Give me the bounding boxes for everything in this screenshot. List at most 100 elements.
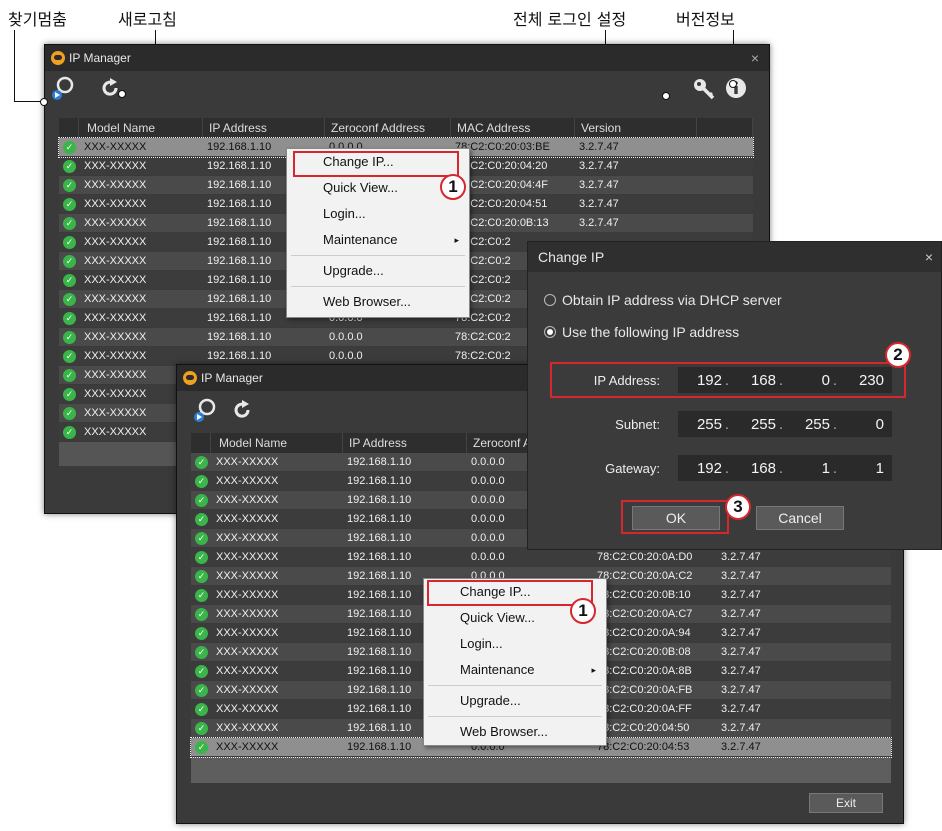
status-check-icon: ✓ bbox=[195, 664, 208, 678]
leader-dot bbox=[662, 92, 670, 100]
gateway-label: Gateway: bbox=[605, 460, 660, 476]
menu-maintenance-label: Maintenance bbox=[323, 232, 398, 247]
cell-model: XXX-XXXXX bbox=[84, 217, 147, 229]
status-check-icon: ✓ bbox=[195, 493, 208, 507]
step-badge-3: 3 bbox=[725, 494, 751, 520]
app-logo-icon bbox=[183, 371, 197, 385]
step-badge-1: 1 bbox=[440, 174, 466, 200]
header-ip[interactable]: IP Address bbox=[343, 433, 467, 453]
radio-static-circle[interactable] bbox=[544, 326, 556, 338]
subnet-octet-1[interactable]: 255 bbox=[678, 416, 722, 433]
gateway-octet-4[interactable]: 1 bbox=[840, 460, 884, 477]
status-check-icon: ✓ bbox=[63, 311, 76, 325]
cell-ver: 3.2.7.47 bbox=[721, 608, 761, 620]
table-row[interactable]: ✓ XXX-XXXXX 192.168.1.10 0.0.0.0 78:C2:C0:20… bbox=[191, 548, 891, 567]
cell-model: XXX-XXXXX bbox=[84, 312, 147, 324]
window-title: IP Manager bbox=[201, 371, 263, 385]
search-stop-icon[interactable] bbox=[51, 75, 77, 101]
menu-upgrade[interactable]: Upgrade... bbox=[424, 688, 606, 714]
menu-maintenance[interactable]: Maintenance ▸ bbox=[287, 227, 469, 253]
header-ip[interactable]: IP Address bbox=[203, 118, 325, 138]
cancel-button[interactable]: Cancel bbox=[756, 506, 844, 530]
status-check-icon: ✓ bbox=[63, 273, 76, 287]
cell-ver: 3.2.7.47 bbox=[721, 551, 761, 563]
octet-dot: . bbox=[832, 415, 838, 433]
cell-model: XXX-XXXXX bbox=[84, 293, 147, 305]
gateway-octet-1[interactable]: 192 bbox=[678, 460, 722, 477]
status-check-icon: ✓ bbox=[195, 626, 208, 640]
menu-web-browser[interactable]: Web Browser... bbox=[287, 289, 469, 315]
gateway-field[interactable]: 192. 168. 1. 1 bbox=[678, 455, 892, 481]
cell-ip: 192.168.1.10 bbox=[347, 551, 412, 563]
gateway-octet-3[interactable]: 1 bbox=[786, 460, 830, 477]
status-check-icon: ✓ bbox=[63, 406, 76, 420]
header-model[interactable]: Model Name bbox=[211, 433, 343, 453]
cell-ver: 3.2.7.47 bbox=[721, 741, 761, 753]
cell-ver: 3.2.7.47 bbox=[579, 217, 619, 229]
highlight-change-ip bbox=[427, 580, 593, 606]
cell-ver: 3.2.7.47 bbox=[721, 646, 761, 658]
refresh-icon[interactable] bbox=[231, 399, 253, 421]
status-check-icon: ✓ bbox=[63, 349, 76, 363]
radio-static-label: Use the following IP address bbox=[562, 324, 740, 340]
status-check-icon: ✓ bbox=[195, 607, 208, 621]
status-check-icon: ✓ bbox=[195, 474, 208, 488]
change-ip-dialog: Change IP × Obtain IP address via DHCP s… bbox=[527, 241, 942, 550]
leader-line bbox=[14, 30, 44, 102]
cell-model: XXX-XXXXX bbox=[84, 255, 147, 267]
cell-ver: 3.2.7.47 bbox=[579, 141, 619, 153]
octet-dot: . bbox=[778, 459, 784, 477]
header-check bbox=[59, 118, 79, 138]
step-badge-2: 2 bbox=[885, 342, 911, 368]
octet-dot: . bbox=[724, 459, 730, 477]
header-model[interactable]: Model Name bbox=[79, 118, 203, 138]
titlebar: IP Manager × bbox=[45, 45, 769, 71]
cell-model: XXX-XXXXX bbox=[216, 456, 279, 468]
info-icon[interactable] bbox=[725, 77, 747, 99]
status-check-icon: ✓ bbox=[63, 197, 76, 211]
status-check-icon: ✓ bbox=[195, 683, 208, 697]
leader-dot bbox=[40, 98, 48, 106]
status-check-icon: ✓ bbox=[63, 292, 76, 306]
menu-login[interactable]: Login... bbox=[424, 631, 606, 657]
cell-ip: 192.168.1.10 bbox=[347, 532, 412, 544]
key-icon[interactable] bbox=[692, 77, 716, 101]
header-zeroconf[interactable]: Zeroconf Address bbox=[325, 118, 451, 138]
cell-mac: 78:C2:C0:20:0A:8B bbox=[597, 665, 692, 677]
leader-dot bbox=[729, 80, 737, 88]
cell-model: XXX-XXXXX bbox=[216, 665, 279, 677]
status-check-icon: ✓ bbox=[63, 368, 76, 382]
menu-web-browser[interactable]: Web Browser... bbox=[424, 719, 606, 745]
header-check bbox=[191, 433, 211, 453]
table-header: Model Name IP Address Zeroconf Address M… bbox=[59, 118, 753, 138]
subnet-octet-2[interactable]: 255 bbox=[732, 416, 776, 433]
radio-dhcp[interactable]: Obtain IP address via DHCP server bbox=[544, 292, 782, 308]
cell-mac: 78:C2:C0:20:04:50 bbox=[597, 722, 690, 734]
subnet-field[interactable]: 255. 255. 255. 0 bbox=[678, 411, 892, 437]
highlight-change-ip bbox=[293, 151, 459, 177]
radio-static[interactable]: Use the following IP address bbox=[544, 324, 739, 340]
close-icon[interactable]: × bbox=[751, 50, 759, 66]
menu-login[interactable]: Login... bbox=[287, 201, 469, 227]
menu-separator bbox=[291, 286, 465, 287]
search-stop-icon[interactable] bbox=[193, 397, 219, 423]
subnet-octet-3[interactable]: 255 bbox=[786, 416, 830, 433]
cell-model: XXX-XXXXX bbox=[84, 160, 147, 172]
gateway-octet-2[interactable]: 168 bbox=[732, 460, 776, 477]
octet-dot: . bbox=[724, 415, 730, 433]
header-mac[interactable]: MAC Address bbox=[451, 118, 575, 138]
menu-separator bbox=[428, 685, 602, 686]
annotation-global-login: 전체 로그인 설정 bbox=[513, 10, 627, 29]
subnet-octet-4[interactable]: 0 bbox=[840, 416, 884, 433]
radio-dhcp-circle[interactable] bbox=[544, 294, 556, 306]
cell-ip: 192.168.1.10 bbox=[207, 331, 272, 343]
cell-model: XXX-XXXXX bbox=[216, 589, 279, 601]
cell-zc: 0.0.0.0 bbox=[329, 331, 363, 343]
cell-model: XXX-XXXXX bbox=[216, 627, 279, 639]
menu-maintenance[interactable]: Maintenance ▸ bbox=[424, 657, 606, 683]
exit-button[interactable]: Exit bbox=[809, 793, 883, 813]
menu-upgrade[interactable]: Upgrade... bbox=[287, 258, 469, 284]
annotation-version-info: 버전정보 bbox=[676, 10, 735, 29]
header-version[interactable]: Version bbox=[575, 118, 697, 138]
close-icon[interactable]: × bbox=[925, 242, 933, 272]
